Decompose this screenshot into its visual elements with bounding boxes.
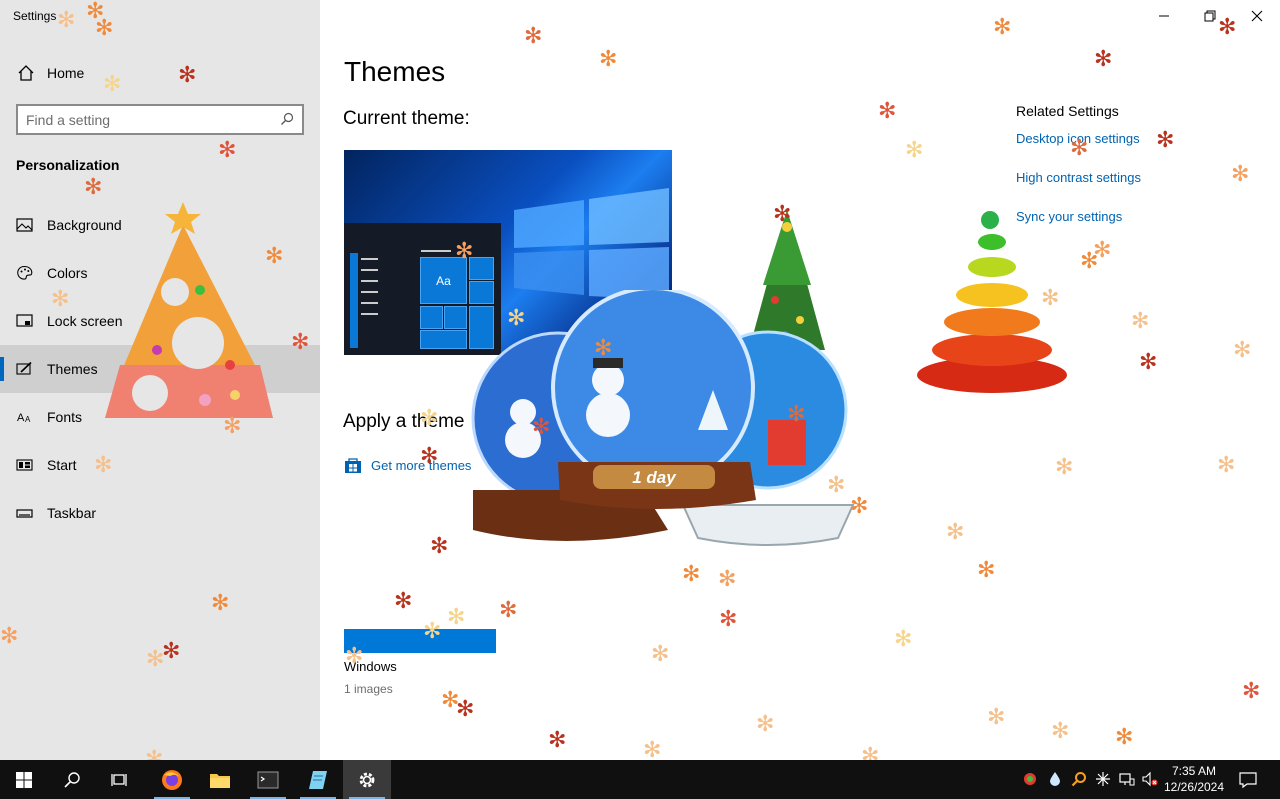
current-theme-preview: Aa <box>344 150 672 355</box>
taskbar-clock[interactable]: 7:35 AM 12/26/2024 <box>1158 763 1230 795</box>
theme-image-count: 1 images <box>344 682 393 696</box>
nav-home[interactable]: Home <box>0 56 320 90</box>
store-icon <box>345 458 361 473</box>
sidebar-item-lock-screen[interactable]: Lock screen <box>0 297 320 345</box>
taskbar-search-button[interactable] <box>48 760 96 799</box>
palette-icon <box>17 265 33 280</box>
menu-line <box>361 302 378 304</box>
window-title: Settings <box>13 9 57 23</box>
theme-thumbnail-windows[interactable] <box>344 629 496 653</box>
get-more-themes-link[interactable]: Get more themes <box>344 456 471 474</box>
clock-time: 7:35 AM <box>1171 764 1217 778</box>
page-title: Themes <box>344 56 446 87</box>
windows-logo-image <box>514 188 669 300</box>
network-icon[interactable] <box>1119 771 1135 787</box>
tray-app-icon[interactable] <box>1022 771 1038 787</box>
menu-line <box>361 269 378 271</box>
restore-icon[interactable] <box>1202 8 1218 24</box>
terminal-button[interactable] <box>244 760 292 799</box>
start-icon <box>16 771 32 788</box>
terminal-icon <box>257 771 279 788</box>
settings-button[interactable] <box>343 760 391 799</box>
start-icon <box>16 459 33 471</box>
start-menu-preview: Aa <box>344 223 501 355</box>
firefox-icon <box>162 769 182 790</box>
lock-screen-icon <box>16 314 33 327</box>
section-heading: Personalization <box>16 157 120 173</box>
sidebar-item-label: Colors <box>47 265 88 281</box>
tile <box>444 306 467 329</box>
current-theme-heading: Current theme: <box>343 108 470 129</box>
file-explorer-icon <box>210 773 230 788</box>
screen: Settings Home Personalization Background… <box>0 0 1280 799</box>
svg-text:A: A <box>25 415 31 424</box>
search-icon[interactable] <box>280 112 294 126</box>
sidebar-item-label: Background <box>47 217 122 233</box>
settings-sidebar: Settings Home Personalization Background… <box>0 0 320 760</box>
brush-icon <box>16 361 32 375</box>
desktop-icon-settings-link[interactable]: Desktop icon settings <box>1016 131 1140 146</box>
menu-line <box>361 280 378 282</box>
svg-text:A: A <box>17 412 25 424</box>
notepad-icon <box>309 770 327 789</box>
task-view-button[interactable] <box>96 760 144 799</box>
font-icon: AA <box>17 412 31 424</box>
start-rail <box>350 253 358 348</box>
close-icon[interactable] <box>1249 8 1265 24</box>
start-button[interactable] <box>0 760 48 799</box>
tile <box>420 306 443 329</box>
menu-line <box>361 291 378 293</box>
search-input[interactable] <box>26 110 276 130</box>
sparkle-icon[interactable] <box>1095 771 1111 787</box>
taskbar: 7:35 AM 12/26/2024 <box>0 760 1280 799</box>
notification-icon[interactable] <box>1239 771 1257 789</box>
picture-icon <box>16 218 33 232</box>
sidebar-item-colors[interactable]: Colors <box>0 249 320 297</box>
tile <box>420 330 467 349</box>
get-more-themes-label: Get more themes <box>371 457 472 473</box>
notepad-button[interactable] <box>294 760 342 799</box>
apply-theme-heading: Apply a theme <box>343 411 465 432</box>
sidebar-item-fonts[interactable]: AA Fonts <box>0 393 320 441</box>
sidebar-item-label: Lock screen <box>47 313 123 329</box>
droplet-icon[interactable] <box>1047 771 1063 787</box>
task-view-icon <box>111 773 127 786</box>
nav-home-label: Home <box>47 65 85 81</box>
sidebar-item-label: Start <box>47 457 77 473</box>
sidebar-item-label: Taskbar <box>47 505 97 521</box>
search-box[interactable] <box>16 104 304 135</box>
sync-settings-link[interactable]: Sync your settings <box>1016 209 1122 224</box>
themes-page: Themes Current theme: Aa Apply a theme G… <box>320 0 1280 760</box>
clock-date: 12/26/2024 <box>1163 780 1225 794</box>
menu-line <box>361 258 378 260</box>
tile <box>469 257 494 280</box>
sidebar-item-label: Themes <box>47 361 98 377</box>
menu-line <box>361 313 378 315</box>
tile <box>469 306 494 349</box>
magnifier-icon[interactable] <box>1071 771 1087 787</box>
sidebar-item-taskbar[interactable]: Taskbar <box>0 489 320 537</box>
search-icon <box>64 771 80 788</box>
file-explorer-button[interactable] <box>196 760 244 799</box>
sidebar-item-background[interactable]: Background <box>0 201 320 249</box>
tile-aa: Aa <box>420 257 467 304</box>
menu-line <box>421 250 451 252</box>
theme-name: Windows <box>344 659 397 674</box>
home-icon <box>18 65 34 81</box>
sidebar-item-start[interactable]: Start <box>0 441 320 489</box>
volume-muted-icon[interactable] <box>1142 771 1158 787</box>
firefox-button[interactable] <box>148 760 196 799</box>
tile <box>469 281 494 304</box>
sidebar-item-label: Fonts <box>47 409 83 425</box>
minimize-icon[interactable] <box>1156 8 1172 24</box>
high-contrast-settings-link[interactable]: High contrast settings <box>1016 170 1141 185</box>
sidebar-item-themes[interactable]: Themes <box>0 345 320 393</box>
settings-icon <box>359 772 375 787</box>
taskbar-icon <box>16 509 33 518</box>
related-settings-heading: Related Settings <box>1016 103 1119 119</box>
